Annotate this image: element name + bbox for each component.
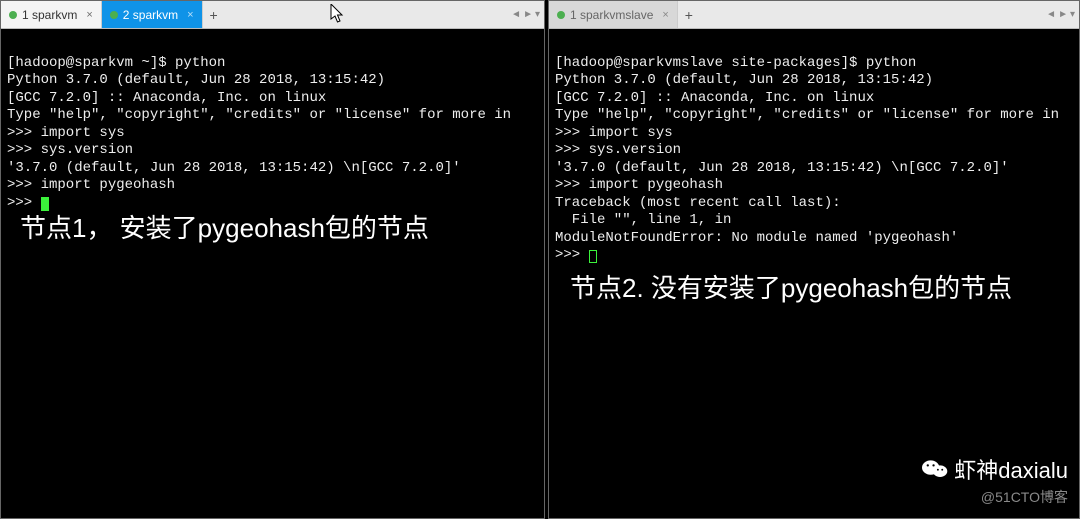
chevron-left-icon[interactable]: ◄ [511,9,521,20]
left-pane: 1 sparkvm × 2 sparkvm × + ◄ ► ▾ [hadoop@… [0,0,545,519]
tab-label: 2 sparkvm [123,8,178,22]
right-tabbar: 1 sparkvmslave × + ◄ ► ▾ [549,1,1079,29]
status-dot-icon [110,11,118,19]
chevron-left-icon[interactable]: ◄ [1046,9,1056,20]
chevron-right-icon[interactable]: ► [1058,9,1068,20]
tab-sparkvm-2[interactable]: 2 sparkvm × [102,1,203,28]
dropdown-icon[interactable]: ▾ [535,9,540,20]
close-icon[interactable]: × [86,9,92,21]
left-tabbar: 1 sparkvm × 2 sparkvm × + ◄ ► ▾ [1,1,544,29]
chevron-right-icon[interactable]: ► [523,9,533,20]
close-icon[interactable]: × [662,9,668,21]
right-pane: 1 sparkvmslave × + ◄ ► ▾ [hadoop@sparkvm… [548,0,1080,519]
tab-label: 1 sparkvmslave [570,8,653,22]
left-terminal[interactable]: [hadoop@sparkvm ~]$ python Python 3.7.0 … [1,29,544,518]
dropdown-icon[interactable]: ▾ [1070,9,1075,20]
add-tab-button[interactable]: + [678,1,700,28]
status-dot-icon [557,11,565,19]
tab-label: 1 sparkvm [22,8,77,22]
tab-scroll-arrows[interactable]: ◄ ► ▾ [511,1,540,28]
tab-sparkvmslave-1[interactable]: 1 sparkvmslave × [549,1,678,28]
close-icon[interactable]: × [187,9,193,21]
right-terminal[interactable]: [hadoop@sparkvmslave site-packages]$ pyt… [549,29,1079,518]
tab-scroll-arrows[interactable]: ◄ ► ▾ [1046,1,1075,28]
status-dot-icon [9,11,17,19]
tab-sparkvm-1[interactable]: 1 sparkvm × [1,1,102,28]
add-tab-button[interactable]: + [203,1,225,28]
